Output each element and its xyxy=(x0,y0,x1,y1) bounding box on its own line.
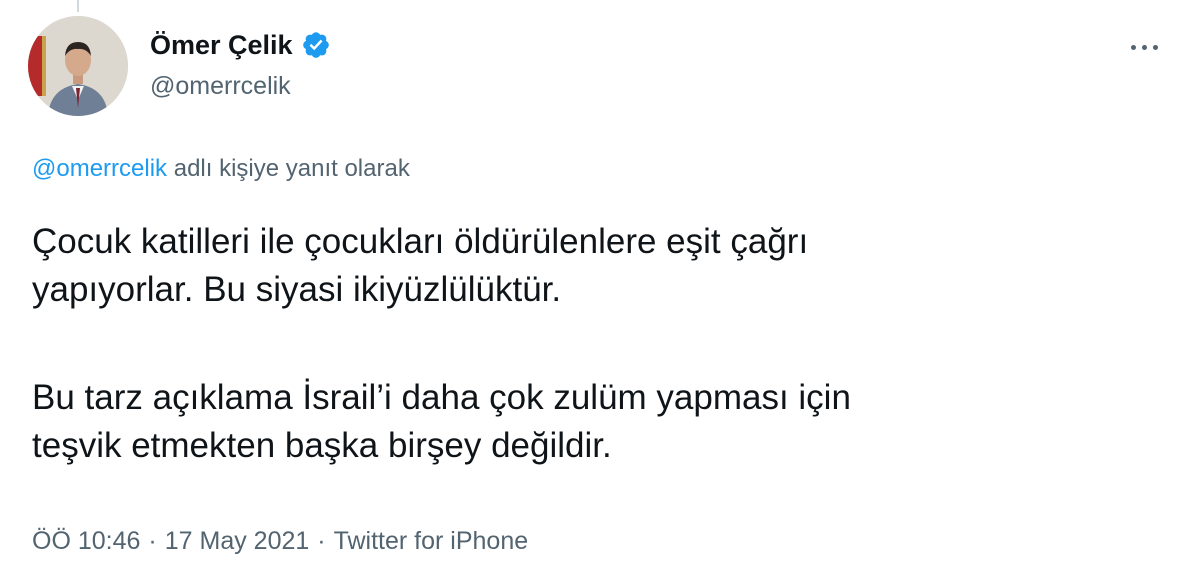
tweet-date-link[interactable]: 17 May 2021 xyxy=(165,527,310,556)
tweet-text: Çocuk katilleri ile çocukları öldürülenl… xyxy=(32,218,1152,470)
avatar[interactable] xyxy=(28,16,128,116)
verified-badge-icon xyxy=(301,30,331,60)
author-display-name[interactable]: Ömer Çelik xyxy=(150,30,293,61)
meta-separator: · xyxy=(317,527,326,555)
more-options-icon xyxy=(1152,44,1158,50)
reply-context-text: adlı kişiye yanıt olarak xyxy=(173,155,410,182)
tweet-source-link[interactable]: Twitter for iPhone xyxy=(334,527,529,556)
more-options-button[interactable] xyxy=(1118,30,1170,64)
tweet-line: Bu tarz açıklama İsrail’i daha çok zulüm… xyxy=(32,378,851,417)
reply-context: @omerrcelik adlı kişiye yanıt olarak xyxy=(32,155,410,183)
tweet-time-link[interactable]: ÖÖ 10:46 xyxy=(32,527,140,556)
more-options-icon xyxy=(1130,44,1136,50)
thread-connector-line xyxy=(77,0,79,12)
tweet-metadata: ÖÖ 10:46 · 17 May 2021 · Twitter for iPh… xyxy=(32,527,528,556)
author-name-row[interactable]: Ömer Çelik xyxy=(150,28,331,62)
tweet-line: teşvik etmekten başka birşey değildir. xyxy=(32,426,612,465)
meta-separator: · xyxy=(148,527,157,555)
more-options-icon xyxy=(1141,44,1147,50)
tweet-line: Çocuk katilleri ile çocukları öldürülenl… xyxy=(32,222,809,261)
author-handle[interactable]: @omerrcelik xyxy=(150,72,291,101)
profile-photo xyxy=(28,16,128,116)
tweet-line: yapıyorlar. Bu siyasi ikiyüzlülüktür. xyxy=(32,270,562,309)
reply-mention-link[interactable]: @omerrcelik xyxy=(32,155,167,182)
